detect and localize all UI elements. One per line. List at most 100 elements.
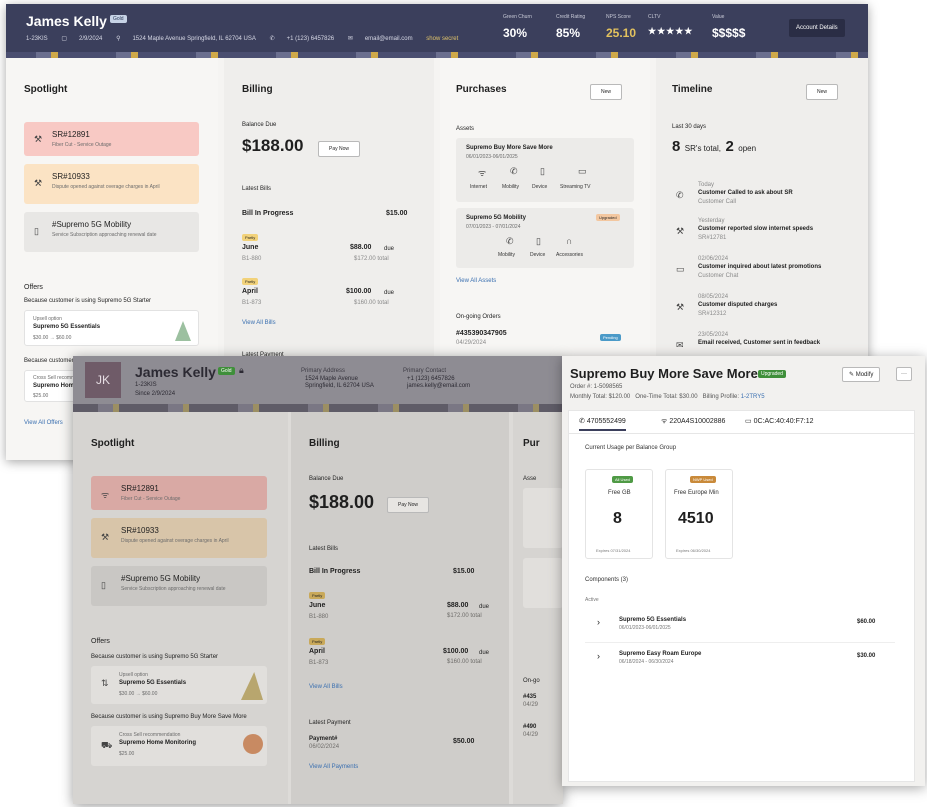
contact-phone[interactable]: +1 (123) 6457826 — [407, 376, 455, 382]
offer-note: Because customer is using Supremo 5G Sta… — [91, 654, 219, 660]
spotlight-card-sr12891[interactable]: ᯤ SR#12891 Fiber Cut - Service Outage — [91, 476, 267, 510]
spotlight-card-mobility[interactable]: ▯ #Supremo 5G Mobility Service Subscript… — [24, 212, 199, 252]
document-icon: ▯ — [34, 226, 39, 236]
pay-now-button[interactable]: Pay Now — [318, 141, 361, 157]
tab-device[interactable]: ▭ 0C:AC:40:40:F7:12 — [745, 417, 814, 425]
order-date: 04/29 — [523, 702, 539, 708]
order-id[interactable]: #435390347905 — [456, 330, 507, 337]
view-all-bills-link[interactable]: View All Bills — [242, 320, 276, 326]
modify-button[interactable]: ✎ Modify — [842, 367, 881, 382]
customer-id: 1-23KIS — [26, 36, 48, 42]
device-icon: ▯ — [536, 236, 541, 246]
offer-card-home-monitoring[interactable]: ⛟ Cross Sell recommendation Supremo Home… — [91, 726, 267, 766]
offer-card-essentials[interactable]: ⇅ Upsell option Supremo 5G Essentials $3… — [91, 666, 267, 704]
decorative-band — [73, 404, 563, 412]
device-icon: ▭ — [745, 418, 752, 425]
mail-icon: ✉ — [676, 340, 684, 350]
bill-row-june[interactable]: Partly June B1-880 $88.00 due $172.00 to… — [309, 592, 489, 632]
bill-in-progress-label: Bill In Progress — [309, 568, 361, 575]
customer-header: JK James Kelly Gold 🔒︎ 1-23KIS Since 2/9… — [73, 356, 563, 404]
customer-header: James Kelly Gold 1-23KIS ▢ 2/9/2024 ⚲ 1524… — [6, 4, 868, 52]
mail-icon: ✉ — [347, 36, 353, 42]
customer-email[interactable]: email@email.com — [365, 36, 413, 42]
wrench-icon: ⚒ — [676, 302, 685, 312]
payment-date: 06/02/2024 — [309, 744, 340, 750]
asset-title: Supremo Buy More Save More — [570, 366, 758, 381]
order-number: Order #: 1-5098565 — [570, 384, 623, 390]
customer-since: 2/9/2024 — [79, 36, 103, 42]
address-label: Primary Address — [301, 368, 346, 374]
asset-card[interactable] — [523, 558, 563, 608]
tab-phone-label: 4705552499 — [586, 418, 626, 425]
pay-now-button[interactable]: Pay Now — [387, 497, 430, 513]
mountain-illustration — [241, 672, 263, 700]
timeline-event-3[interactable]: ▭ 02/06/2024 Customer inquired about lat… — [676, 256, 856, 286]
tab-phone[interactable]: ✆ 4705552499 — [579, 417, 626, 431]
leaf-illustration — [175, 321, 191, 341]
offers-title: Offers — [24, 284, 43, 291]
account-details-button[interactable]: Account Details — [789, 19, 845, 37]
status-badge: Gold — [110, 15, 127, 23]
tv-icon: ▭ — [578, 166, 587, 176]
spotlight-card-sr12891[interactable]: ⚒ SR#12891 Fiber Cut - Service Outage — [24, 122, 199, 156]
customer-name: James Kelly — [135, 364, 216, 380]
calendar-icon: ▢ — [61, 36, 68, 42]
chevron-right-icon: › — [597, 617, 600, 627]
spotlight-card-mobility[interactable]: ▯ #Supremo 5G Mobility Service Subscript… — [91, 566, 267, 606]
wifi-icon: ᯤ — [478, 168, 487, 178]
order-id[interactable]: #435 — [523, 694, 536, 700]
balance-amount: $188.00 — [242, 136, 304, 155]
timeline-event-4[interactable]: ⚒ 08/05/2024 Customer disputed charges S… — [676, 294, 856, 324]
status-badge: Gold — [218, 367, 235, 375]
timeline-range: Last 30 days — [672, 124, 707, 130]
usage-card-europe-min[interactable]: NWP Used Free Europe Min 4510 Expires 06… — [665, 469, 733, 559]
customer-phone[interactable]: +1 (123) 6457826 — [287, 36, 335, 42]
address-line2: Springfield, IL 62704 USA — [305, 383, 374, 389]
asset-card-buy-more[interactable]: Supremo Buy More Save More 06/01/2023-06… — [456, 138, 634, 202]
timeline-event-2[interactable]: ⚒ Yesterday Customer reported slow inter… — [676, 218, 856, 248]
usage-title: Current Usage per Balance Group — [585, 445, 677, 451]
order-date: 04/29 — [523, 732, 539, 738]
tab-wifi[interactable]: ᯤ 220A4S10002886 — [661, 417, 725, 426]
bill-row-april[interactable]: Partly April B1-873 $100.00 due $160.00 … — [242, 278, 414, 318]
more-actions-button[interactable]: ··· — [896, 367, 912, 381]
timeline-event-1[interactable]: ✆ Today Customer Called to ask about SR … — [676, 182, 856, 212]
offer-card-essentials[interactable]: Upsell option Supremo 5G Essentials $30.… — [24, 310, 199, 346]
asset-card[interactable] — [523, 488, 563, 548]
wrench-icon: ⚒ — [34, 178, 43, 188]
tab-device-label: 0C:AC:40:40:F7:12 — [753, 418, 814, 425]
contact-email[interactable]: james.kelly@email.com — [407, 383, 470, 389]
spotlight-card-sr10933[interactable]: ⚒ SR#10933 Dispute opened against overag… — [24, 164, 199, 204]
component-row-easy-roam[interactable]: › Supremo Easy Roam Europe 06/18/2024 - … — [585, 643, 895, 677]
cart-icon: ⛟ — [101, 740, 113, 750]
kpi-cltv: CLTV ★★★★★ — [648, 14, 694, 36]
kpi-nps-score: NPS Score 25.10 — [606, 14, 637, 40]
view-all-payments-link[interactable]: View All Payments — [309, 764, 358, 770]
upgrade-icon: ⇅ — [101, 678, 109, 688]
usage-card-free-gb[interactable]: All Used Free GB 8 Expires 07/31/2024 — [585, 469, 653, 559]
view-all-offers-link[interactable]: View All Offers — [24, 420, 63, 426]
ongoing-orders-label: On-go — [523, 678, 540, 684]
customer-since: Since 2/9/2024 — [135, 391, 176, 397]
show-secret-link[interactable]: show secret — [426, 36, 458, 42]
order-id[interactable]: #490 — [523, 724, 536, 730]
purchases-new-button[interactable]: New — [590, 84, 623, 100]
latest-bills-label: Latest Bills — [309, 546, 339, 552]
timeline-new-button[interactable]: New — [806, 84, 839, 100]
order-date: 04/29/2024 — [456, 340, 487, 346]
phone-icon: ✆ — [510, 166, 518, 176]
bill-in-progress-amount: $15.00 — [386, 210, 408, 217]
bill-row-april[interactable]: Partly April B1-873 $100.00 due $160.00 … — [309, 638, 489, 678]
payment-amount: $50.00 — [453, 738, 475, 745]
contact-label: Primary Contact — [403, 368, 447, 374]
bill-row-june[interactable]: Partly June B1-880 $88.00 due $172.00 to… — [242, 234, 414, 274]
view-all-assets-link[interactable]: View All Assets — [456, 278, 496, 284]
chevron-right-icon: › — [597, 651, 600, 661]
spotlight-card-sr10933[interactable]: ⚒ SR#10933 Dispute opened against overag… — [91, 518, 267, 558]
wifi-icon: ᯤ — [661, 418, 668, 425]
component-row-essentials[interactable]: › Supremo 5G Essentials 06/01/2023-06/01… — [585, 609, 895, 643]
phone-icon: ✆ — [506, 236, 514, 246]
billing-profile-link[interactable]: 1-2TRY5 — [741, 394, 765, 400]
asset-card-5g-mobility[interactable]: Supremo 5G Mobility 07/01/2023 - 07/01/2… — [456, 208, 634, 268]
view-all-bills-link[interactable]: View All Bills — [309, 684, 343, 690]
